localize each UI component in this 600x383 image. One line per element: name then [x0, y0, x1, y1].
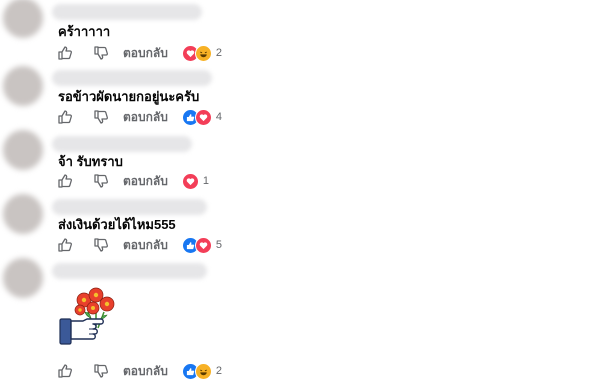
- reply-button[interactable]: ตอบกลับ: [123, 362, 168, 381]
- reply-button[interactable]: ตอบกลับ: [123, 108, 168, 127]
- dislike-icon[interactable]: [91, 361, 111, 381]
- comment-text: รอข้าวผัดนายกอยู่นะครับ: [58, 89, 200, 104]
- author-name-blurred[interactable]: [52, 4, 202, 20]
- reply-button[interactable]: ตอบกลับ: [123, 172, 168, 191]
- author-name-blurred[interactable]: [52, 136, 192, 152]
- reaction-count: 2: [215, 47, 222, 59]
- avatar[interactable]: [3, 258, 43, 298]
- reactions-summary[interactable]: 2: [181, 44, 222, 62]
- author-name-blurred[interactable]: [52, 263, 207, 279]
- comment-text: ส่งเงินด้วยได้ไหม555: [58, 217, 176, 232]
- avatar[interactable]: [3, 0, 43, 38]
- comment-text: คร้าาาาา: [58, 24, 111, 39]
- dislike-icon[interactable]: [91, 43, 111, 63]
- dislike-icon[interactable]: [91, 235, 111, 255]
- avatar[interactable]: [3, 130, 43, 170]
- comment-text: จ้า รับทราบ: [58, 154, 123, 169]
- reaction-count: 5: [215, 239, 222, 251]
- comment-actions: ตอบกลับ 4: [55, 107, 222, 127]
- like-icon[interactable]: [55, 361, 75, 381]
- author-name-blurred[interactable]: [52, 199, 207, 215]
- like-icon[interactable]: [55, 235, 75, 255]
- reply-button[interactable]: ตอบกลับ: [123, 44, 168, 63]
- like-icon[interactable]: [55, 43, 75, 63]
- love-reaction-icon: [181, 172, 199, 190]
- reactions-summary[interactable]: 2: [181, 362, 222, 380]
- comment-actions: ตอบกลับ 2: [55, 43, 222, 63]
- reply-button[interactable]: ตอบกลับ: [123, 236, 168, 255]
- author-name-blurred[interactable]: [52, 70, 212, 86]
- flower-bouquet-thumb-sticker[interactable]: [58, 284, 120, 350]
- avatar[interactable]: [3, 66, 43, 106]
- comment-actions: ตอบกลับ 2: [55, 361, 222, 381]
- love-reaction-icon: [194, 108, 212, 126]
- haha-reaction-icon: [194, 362, 212, 380]
- haha-reaction-icon: [194, 44, 212, 62]
- like-icon[interactable]: [55, 107, 75, 127]
- reactions-summary[interactable]: 1: [181, 172, 209, 190]
- love-reaction-icon: [194, 236, 212, 254]
- reaction-count: 2: [215, 365, 222, 377]
- comment-actions: ตอบกลับ 5: [55, 235, 222, 255]
- reaction-count: 1: [202, 175, 209, 187]
- reactions-summary[interactable]: 4: [181, 108, 222, 126]
- dislike-icon[interactable]: [91, 171, 111, 191]
- reactions-summary[interactable]: 5: [181, 236, 222, 254]
- avatar[interactable]: [3, 194, 43, 234]
- reaction-count: 4: [215, 111, 222, 123]
- dislike-icon[interactable]: [91, 107, 111, 127]
- comment-actions: ตอบกลับ 1: [55, 171, 209, 191]
- like-icon[interactable]: [55, 171, 75, 191]
